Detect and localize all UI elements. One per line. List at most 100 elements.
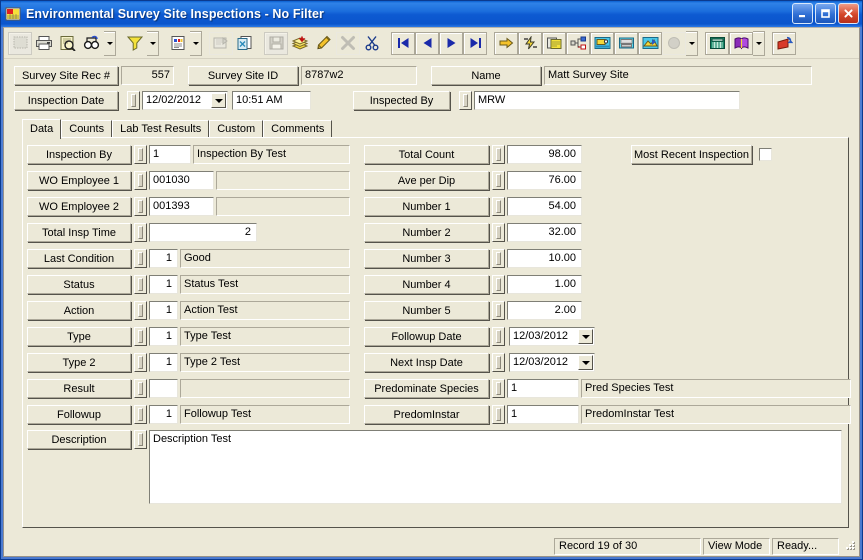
type-label[interactable]: Type: [27, 327, 131, 346]
description-textarea[interactable]: Description Test: [149, 430, 842, 504]
ave-per-dip-label[interactable]: Ave per Dip: [364, 171, 489, 190]
hierarchy-icon[interactable]: [566, 31, 590, 55]
help-dropdown-arrow[interactable]: [753, 30, 765, 56]
action-label[interactable]: Action: [27, 301, 131, 320]
description-lookup-button[interactable]: [134, 430, 147, 449]
chevron-down-icon[interactable]: [578, 355, 593, 370]
total-count-lookup-button[interactable]: [492, 145, 505, 164]
resize-grip-icon[interactable]: [843, 539, 857, 553]
copy-record-icon[interactable]: [233, 31, 257, 55]
chevron-down-icon[interactable]: [578, 329, 593, 344]
wo-employee-1-label[interactable]: WO Employee 1: [27, 171, 131, 190]
type-lookup-button[interactable]: [134, 327, 147, 346]
close-button[interactable]: [838, 3, 859, 24]
save-icon[interactable]: [264, 31, 288, 55]
next-insp-date-label[interactable]: Next Insp Date: [364, 353, 489, 372]
predominstar-lookup-button[interactable]: [492, 405, 505, 424]
cut-icon[interactable]: [360, 31, 384, 55]
total-count-label[interactable]: Total Count: [364, 145, 489, 164]
calculator-icon[interactable]: [705, 31, 729, 55]
last-condition-label[interactable]: Last Condition: [27, 249, 131, 268]
help-book-icon[interactable]: [729, 31, 753, 55]
inspected-by-label[interactable]: Inspected By: [353, 91, 450, 110]
number-2-value[interactable]: 32.00: [507, 223, 582, 242]
find-icon[interactable]: [80, 31, 104, 55]
wo-employee-1-lookup-button[interactable]: [134, 171, 147, 190]
report-icon[interactable]: [166, 31, 190, 55]
report-dropdown-arrow[interactable]: [190, 30, 202, 56]
action-lookup-button[interactable]: [134, 301, 147, 320]
previous-record-icon[interactable]: [415, 31, 439, 55]
survey-site-id-label[interactable]: Survey Site ID: [188, 66, 298, 85]
last-record-icon[interactable]: [463, 31, 487, 55]
most-recent-inspection-checkbox[interactable]: [759, 148, 772, 161]
title-bar[interactable]: Environmental Survey Site Inspections - …: [1, 1, 862, 27]
type-2-label[interactable]: Type 2: [27, 353, 131, 372]
followup-date-lookup-button[interactable]: [492, 327, 505, 346]
predominstar-label[interactable]: PredomInstar: [364, 405, 489, 424]
result-lookup-button[interactable]: [134, 379, 147, 398]
description-label[interactable]: Description: [27, 430, 131, 449]
goto-icon[interactable]: [494, 31, 518, 55]
status-lookup-button[interactable]: [134, 275, 147, 294]
ave-per-dip-value[interactable]: 76.00: [507, 171, 582, 190]
maximize-button[interactable]: [815, 3, 836, 24]
status-label[interactable]: Status: [27, 275, 131, 294]
followup-label[interactable]: Followup: [27, 405, 131, 424]
predominate-species-lookup-button[interactable]: [492, 379, 505, 398]
inspected-by-value[interactable]: MRW: [474, 91, 740, 110]
result-code[interactable]: [149, 379, 178, 398]
number-2-label[interactable]: Number 2: [364, 223, 489, 242]
filter-dropdown-arrow[interactable]: [147, 30, 159, 56]
number-1-lookup-button[interactable]: [492, 197, 505, 216]
tab-comments[interactable]: Comments: [263, 120, 333, 138]
number-4-value[interactable]: 1.00: [507, 275, 582, 294]
predominate-species-code[interactable]: 1: [507, 379, 579, 398]
inspection-by-label[interactable]: Inspection By: [27, 145, 131, 164]
followup-code[interactable]: 1: [149, 405, 178, 424]
wo-employee-2-lookup-button[interactable]: [134, 197, 147, 216]
inspection-by-code[interactable]: 1: [149, 145, 191, 164]
number-2-lookup-button[interactable]: [492, 223, 505, 242]
globe-dropdown-arrow[interactable]: [686, 30, 698, 56]
inspection-date-picker[interactable]: 12/02/2012: [142, 91, 228, 110]
followup-lookup-button[interactable]: [134, 405, 147, 424]
print-icon[interactable]: [32, 31, 56, 55]
number-5-label[interactable]: Number 5: [364, 301, 489, 320]
type-2-lookup-button[interactable]: [134, 353, 147, 372]
tab-custom[interactable]: Custom: [209, 120, 264, 138]
number-5-lookup-button[interactable]: [492, 301, 505, 320]
minimize-button[interactable]: [792, 3, 813, 24]
tab-data[interactable]: Data: [22, 119, 62, 139]
chevron-down-icon[interactable]: [211, 93, 226, 108]
number-1-label[interactable]: Number 1: [364, 197, 489, 216]
first-record-icon[interactable]: [391, 31, 415, 55]
number-4-label[interactable]: Number 4: [364, 275, 489, 294]
survey-site-rec-label[interactable]: Survey Site Rec #: [14, 66, 118, 85]
type-code[interactable]: 1: [149, 327, 178, 346]
wo-employee-2-code[interactable]: 001393: [149, 197, 214, 216]
find-dropdown-arrow[interactable]: [104, 30, 116, 56]
delete-icon[interactable]: [336, 31, 360, 55]
new-record-icon[interactable]: [8, 31, 32, 55]
next-record-icon[interactable]: [439, 31, 463, 55]
predominate-species-label[interactable]: Predominate Species: [364, 379, 489, 398]
name-label[interactable]: Name: [431, 66, 541, 85]
filter-icon[interactable]: [123, 31, 147, 55]
predominstar-code[interactable]: 1: [507, 405, 579, 424]
followup-date-label[interactable]: Followup Date: [364, 327, 489, 346]
total-insp-time-label[interactable]: Total Insp Time: [27, 223, 131, 242]
workorder-icon[interactable]: [590, 31, 614, 55]
action-code[interactable]: 1: [149, 301, 178, 320]
followup-date-picker[interactable]: 12/03/2012: [509, 327, 595, 346]
map-icon[interactable]: [542, 31, 566, 55]
number-5-value[interactable]: 2.00: [507, 301, 582, 320]
most-recent-inspection-label[interactable]: Most Recent Inspection: [631, 145, 752, 164]
tab-lab-test-results[interactable]: Lab Test Results: [112, 120, 210, 138]
number-1-value[interactable]: 54.00: [507, 197, 582, 216]
edit-icon[interactable]: [312, 31, 336, 55]
next-insp-date-picker[interactable]: 12/03/2012: [509, 353, 595, 372]
inspection-by-lookup-button[interactable]: [134, 145, 147, 164]
inspection-date-label[interactable]: Inspection Date: [14, 91, 118, 110]
last-condition-code[interactable]: 1: [149, 249, 178, 268]
